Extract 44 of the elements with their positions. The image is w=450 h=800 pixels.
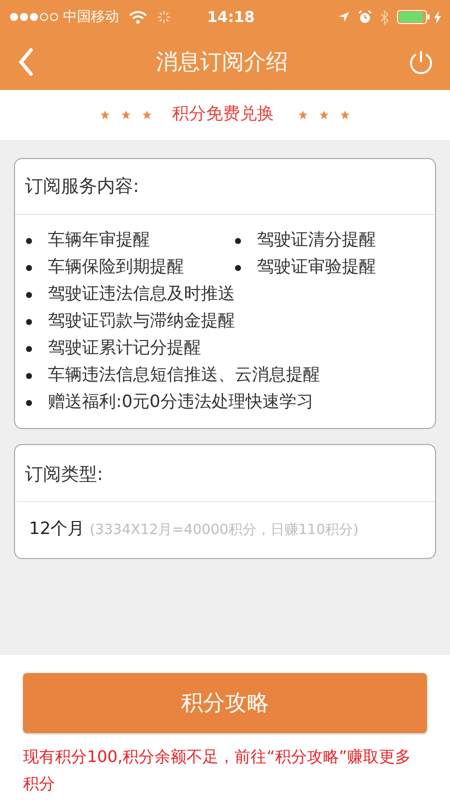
location-icon (338, 11, 350, 23)
card-title: 订阅服务内容: (25, 175, 140, 199)
star-icon (340, 110, 350, 120)
service-item: 车辆保险到期提醒 (48, 256, 184, 279)
clock-time: 14:18 (207, 6, 255, 28)
star-icon (319, 110, 329, 120)
bullet-icon (235, 238, 241, 244)
service-item: 驾驶证违法信息及时推送 (48, 283, 235, 306)
star-icon (142, 110, 152, 120)
star-icon (298, 110, 308, 120)
signal-icon (9, 12, 59, 22)
service-item: 赠送福利:0元0分违法处理快速学习 (48, 391, 314, 414)
wifi-icon (129, 10, 147, 24)
chevron-left-icon (18, 48, 34, 76)
bullet-icon (26, 318, 32, 325)
service-item: 驾驶证罚款与滞纳金提醒 (48, 310, 235, 333)
card-title: 订阅类型: (25, 463, 104, 487)
bullet-icon (26, 238, 32, 244)
banner-text: 积分免费兑换 (172, 103, 274, 126)
bullet-icon (235, 264, 241, 271)
bullet-icon (26, 372, 32, 379)
service-item: 驾驶证审验提醒 (257, 256, 376, 279)
bullet-icon (26, 400, 32, 406)
points-guide-button[interactable]: 积分攻略 (23, 673, 427, 733)
service-item: 车辆年审提醒 (48, 229, 150, 252)
warning-text: 现有积分100,积分余额不足，前往“积分攻略”赚取更多积分 (23, 746, 412, 795)
star-icon (121, 110, 131, 120)
page-title: 消息订阅介绍 (156, 48, 288, 76)
service-item: 车辆违法信息短信推送、云消息提醒 (48, 364, 320, 387)
alarm-icon (358, 10, 372, 24)
plan-note: (3334X12月=40000积分，日赚110积分) (90, 520, 359, 540)
carrier-label: 中国移动 (63, 8, 119, 26)
bluetooth-icon (380, 10, 389, 24)
power-icon (408, 49, 434, 75)
star-icon (100, 110, 110, 120)
plan-value: 12个月 (29, 518, 85, 542)
service-item: 驾驶证清分提醒 (257, 229, 376, 252)
charging-icon (434, 10, 441, 24)
bullet-icon (26, 346, 32, 352)
battery-icon (397, 10, 431, 24)
bullet-icon (26, 292, 32, 298)
loading-icon (157, 10, 171, 24)
service-item: 驾驶证累计记分提醒 (48, 337, 201, 360)
bullet-icon (26, 264, 32, 271)
